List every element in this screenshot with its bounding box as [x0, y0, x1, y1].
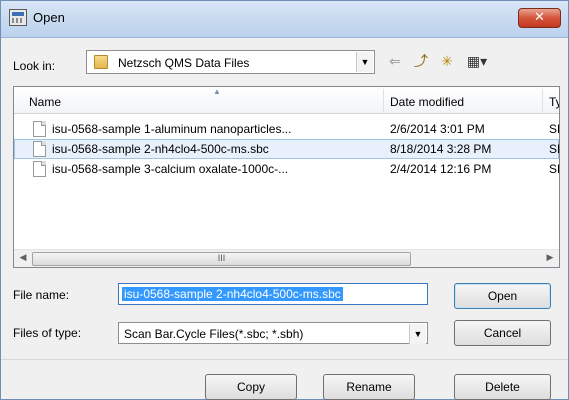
file-type: SE — [549, 162, 559, 176]
copy-button[interactable]: Copy — [205, 374, 297, 400]
new-folder-icon[interactable]: ✳ — [436, 52, 458, 72]
file-type: SE — [549, 122, 559, 136]
file-name-input[interactable]: isu-0568-sample 2-nh4clo4-500c-ms.sbc — [118, 283, 428, 305]
up-folder-icon[interactable]: ⤴ — [410, 52, 432, 72]
delete-button[interactable]: Delete — [454, 374, 551, 400]
file-date: 2/6/2014 3:01 PM — [390, 122, 485, 136]
file-name: isu-0568-sample 3-calcium oxalate-1000c-… — [52, 162, 289, 176]
chevron-down-icon[interactable]: ▼ — [356, 52, 373, 72]
look-in-combo[interactable]: Netzsch QMS Data Files ▼ — [86, 50, 375, 74]
files-of-type-select[interactable]: Scan Bar.Cycle Files(*.sbc; *.sbh) ▼ — [118, 322, 428, 344]
divider — [1, 359, 568, 360]
folder-icon — [94, 55, 108, 69]
close-button[interactable]: ✕ — [518, 8, 561, 28]
list-header: Name ▲ Date modified Ty — [14, 87, 559, 114]
file-date: 2/4/2014 12:16 PM — [390, 162, 492, 176]
file-row-selected[interactable]: isu-0568-sample 2-nh4clo4-500c-ms.sbc 8/… — [14, 139, 559, 159]
column-header-name[interactable]: Name — [29, 95, 61, 109]
column-separator[interactable] — [383, 89, 384, 112]
file-icon — [33, 161, 46, 177]
files-of-type-value: Scan Bar.Cycle Files(*.sbc; *.sbh) — [124, 327, 304, 341]
file-name-label: File name: — [13, 288, 70, 302]
file-list[interactable]: Name ▲ Date modified Ty isu-0568-sample … — [13, 86, 560, 268]
open-dialog: Open ✕ Look in: Netzsch QMS Data Files ▼… — [0, 0, 569, 400]
file-name: isu-0568-sample 1-aluminum nanoparticles… — [52, 122, 292, 136]
back-arrow-icon[interactable]: ⇐ — [385, 52, 405, 72]
open-button[interactable]: Open — [454, 283, 551, 309]
dialog-title: Open — [33, 10, 65, 25]
file-row[interactable]: isu-0568-sample 1-aluminum nanoparticles… — [14, 119, 559, 139]
file-name-value: isu-0568-sample 2-nh4clo4-500c-ms.sbc — [122, 287, 343, 301]
scroll-right-icon[interactable]: ▶ — [542, 252, 558, 263]
file-icon — [33, 121, 46, 137]
scrollbar-thumb[interactable]: III — [32, 252, 411, 266]
title-bar[interactable]: Open ✕ — [1, 1, 568, 38]
views-menu-icon[interactable]: ▦▾ — [461, 52, 493, 72]
sort-ascending-icon: ▲ — [213, 87, 221, 96]
file-icon — [33, 141, 46, 157]
column-header-date[interactable]: Date modified — [390, 95, 464, 109]
rename-button[interactable]: Rename — [323, 374, 415, 400]
look-in-label: Look in: — [13, 59, 56, 73]
file-type: SE — [549, 142, 559, 156]
dialog-app-icon — [9, 9, 27, 26]
chevron-down-icon[interactable]: ▼ — [409, 324, 426, 344]
cancel-button[interactable]: Cancel — [454, 320, 551, 346]
column-header-type[interactable]: Ty — [549, 95, 559, 109]
file-row[interactable]: isu-0568-sample 3-calcium oxalate-1000c-… — [14, 159, 559, 179]
file-date: 8/18/2014 3:28 PM — [390, 142, 492, 156]
files-of-type-label: Files of type: — [13, 326, 82, 340]
column-separator[interactable] — [542, 89, 543, 112]
horizontal-scrollbar[interactable]: ◀ III ▶ — [14, 249, 559, 267]
scroll-left-icon[interactable]: ◀ — [15, 252, 31, 263]
look-in-value: Netzsch QMS Data Files — [118, 56, 250, 70]
file-name: isu-0568-sample 2-nh4clo4-500c-ms.sbc — [52, 142, 269, 156]
